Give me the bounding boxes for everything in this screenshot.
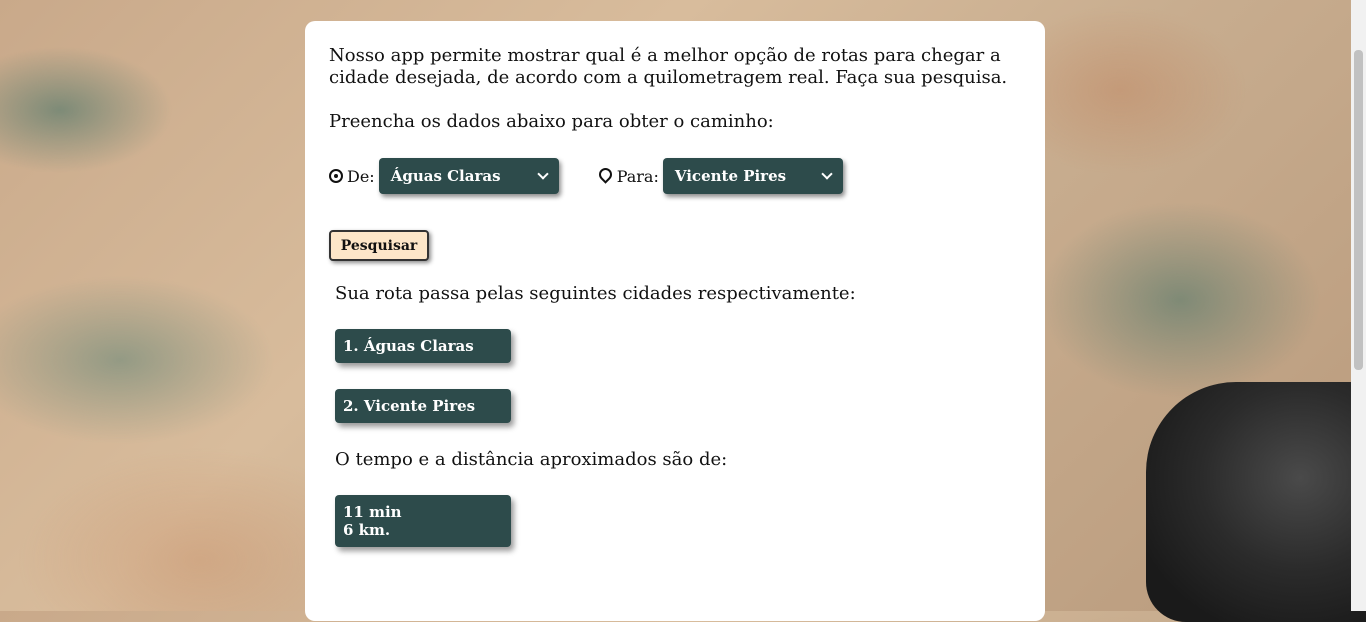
route-title: Sua rota passa pelas seguintes cidades r… (335, 283, 856, 304)
chevron-down-icon (537, 168, 549, 180)
scrollbar-thumb[interactable] (1354, 50, 1363, 370)
time-distance-title: O tempo e a distância aproximados são de… (335, 449, 728, 470)
map-marker-icon (595, 164, 615, 184)
from-label-text: De: (347, 166, 375, 186)
route-selectors: De: Águas Claras Para: Vicente Pires (329, 158, 1021, 194)
time-distance-result: 11 min 6 km. (335, 495, 511, 547)
dot-circle-icon (329, 169, 343, 183)
from-group: De: Águas Claras (329, 158, 559, 194)
distance-value: 6 km. (343, 521, 391, 539)
from-select[interactable]: Águas Claras (378, 158, 559, 194)
to-label-text: Para: (616, 166, 659, 186)
chevron-down-icon (821, 168, 833, 180)
to-select[interactable]: Vicente Pires (662, 158, 843, 194)
to-label: Para: (595, 164, 659, 186)
main-card: Nosso app permite mostrar qual é a melho… (305, 21, 1045, 621)
toy-car-image (1146, 382, 1366, 622)
intro-text: Nosso app permite mostrar qual é a melho… (329, 45, 1008, 88)
to-group: Para: Vicente Pires (595, 158, 843, 194)
from-select-value: Águas Claras (390, 167, 501, 185)
to-select-value: Vicente Pires (674, 167, 787, 185)
from-label: De: (329, 167, 375, 186)
page-scrollbar[interactable] (1351, 0, 1366, 611)
search-button[interactable]: Pesquisar (329, 230, 429, 261)
time-value: 11 min (343, 503, 402, 521)
route-city-item: 1. Águas Claras (335, 329, 511, 363)
route-city-item: 2. Vicente Pires (335, 389, 511, 423)
prompt-text: Preencha os dados abaixo para obter o ca… (329, 111, 774, 132)
